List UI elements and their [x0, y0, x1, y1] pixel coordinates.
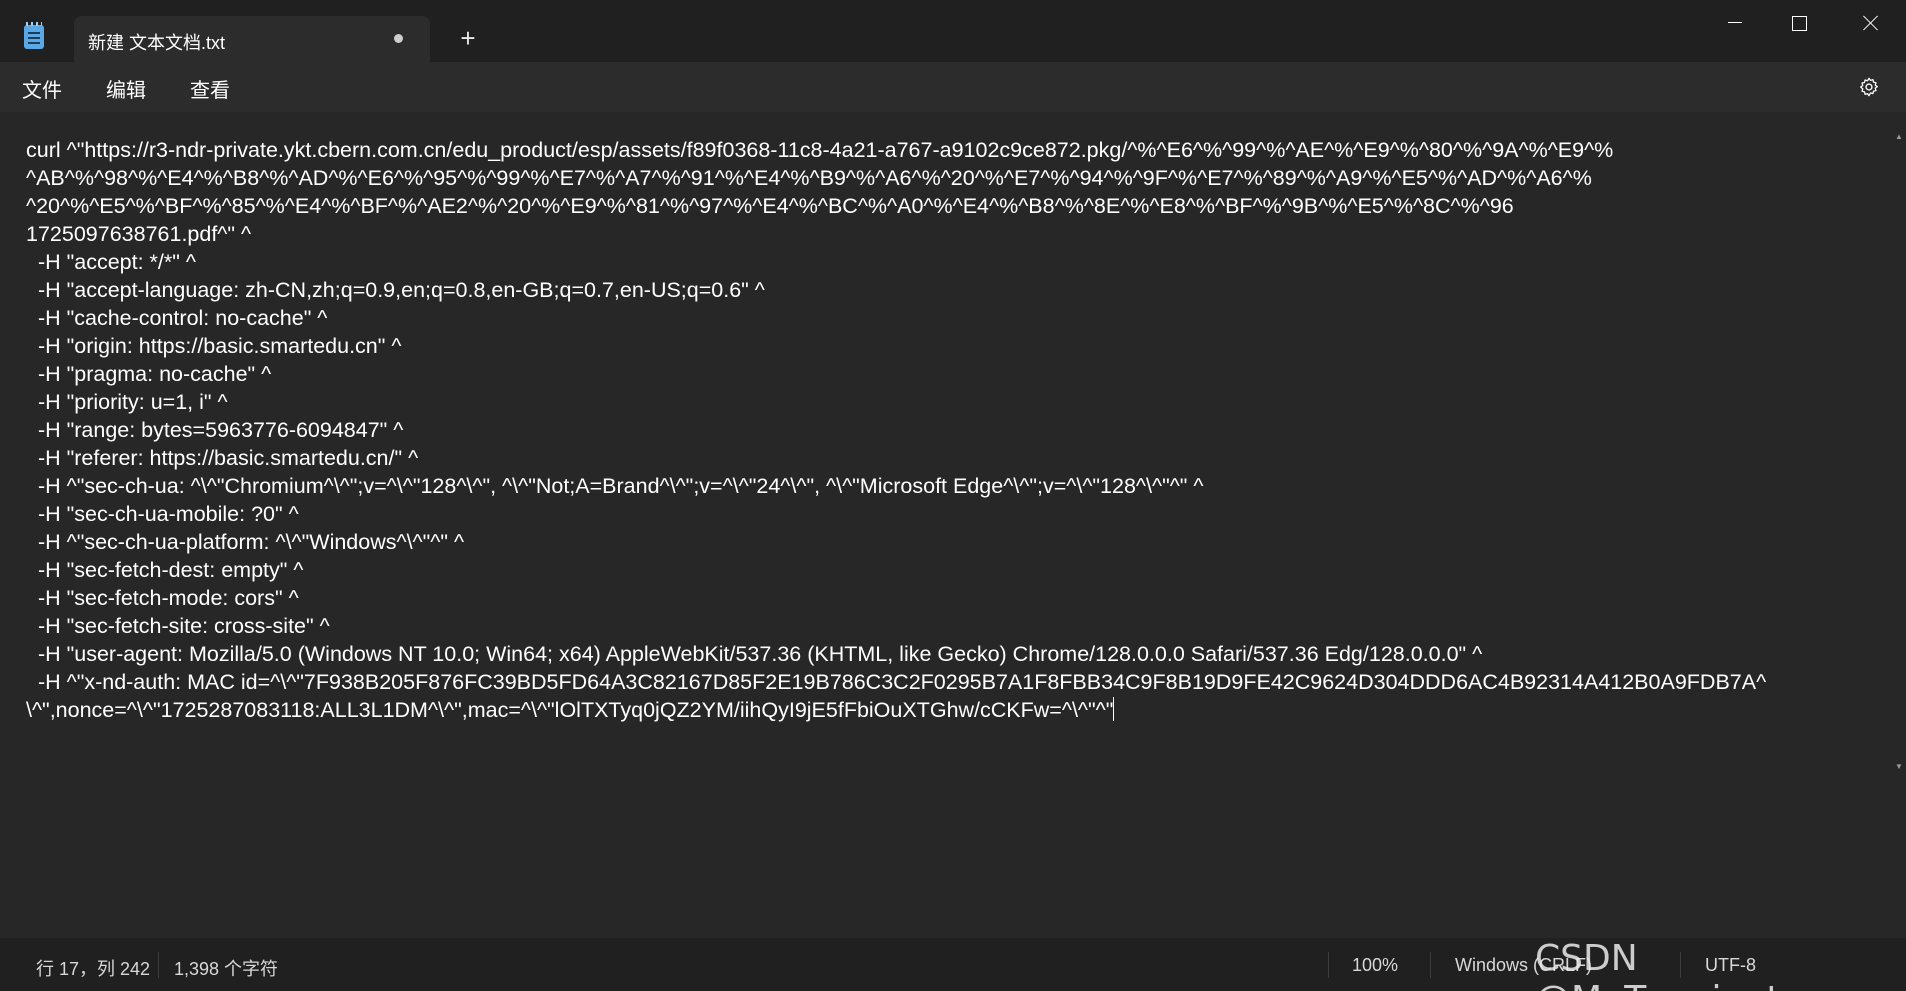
menu-edit[interactable]: 编辑	[106, 74, 146, 103]
menu-file[interactable]: 文件	[22, 74, 62, 103]
status-divider	[1328, 952, 1329, 978]
document-tab[interactable]: 新建 文本文档.txt	[74, 16, 430, 62]
close-button[interactable]	[1836, 0, 1906, 46]
notepad-window: 新建 文本文档.txt + 文件 编辑 查看 curl ^"https://r3…	[0, 0, 1906, 991]
text-caret	[1113, 697, 1115, 721]
title-bar: 新建 文本文档.txt +	[0, 0, 1906, 62]
text-editor[interactable]: curl ^"https://r3-ndr-private.ykt.cbern.…	[0, 112, 1906, 938]
minimize-icon	[1728, 22, 1742, 23]
editor-content[interactable]: curl ^"https://r3-ndr-private.ykt.cbern.…	[26, 136, 1886, 724]
vertical-scrollbar[interactable]: ▲ ▼	[1895, 132, 1903, 932]
watermark: CSDN @MeTerminator	[1535, 938, 1817, 991]
character-count: 1,398 个字符	[174, 959, 279, 979]
scroll-down-icon[interactable]: ▼	[1895, 762, 1903, 771]
scroll-up-icon[interactable]: ▲	[1895, 132, 1903, 141]
new-tab-button[interactable]: +	[450, 20, 486, 56]
menu-bar: 文件 编辑 查看	[0, 62, 1906, 112]
zoom-level[interactable]: 100%	[1352, 955, 1398, 976]
unsaved-dot-icon[interactable]	[394, 34, 403, 43]
maximize-icon	[1792, 16, 1807, 31]
notepad-icon	[24, 22, 44, 49]
maximize-button[interactable]	[1764, 0, 1834, 46]
status-divider	[158, 952, 159, 978]
menu-view[interactable]: 查看	[190, 74, 230, 103]
editor-text: curl ^"https://r3-ndr-private.ykt.cbern.…	[26, 138, 1767, 722]
gear-icon[interactable]	[1858, 76, 1880, 98]
minimize-button[interactable]	[1700, 0, 1770, 46]
cursor-position: 行 17，列 242	[36, 959, 151, 979]
tab-title: 新建 文本文档.txt	[88, 33, 226, 53]
status-divider	[1430, 952, 1431, 978]
